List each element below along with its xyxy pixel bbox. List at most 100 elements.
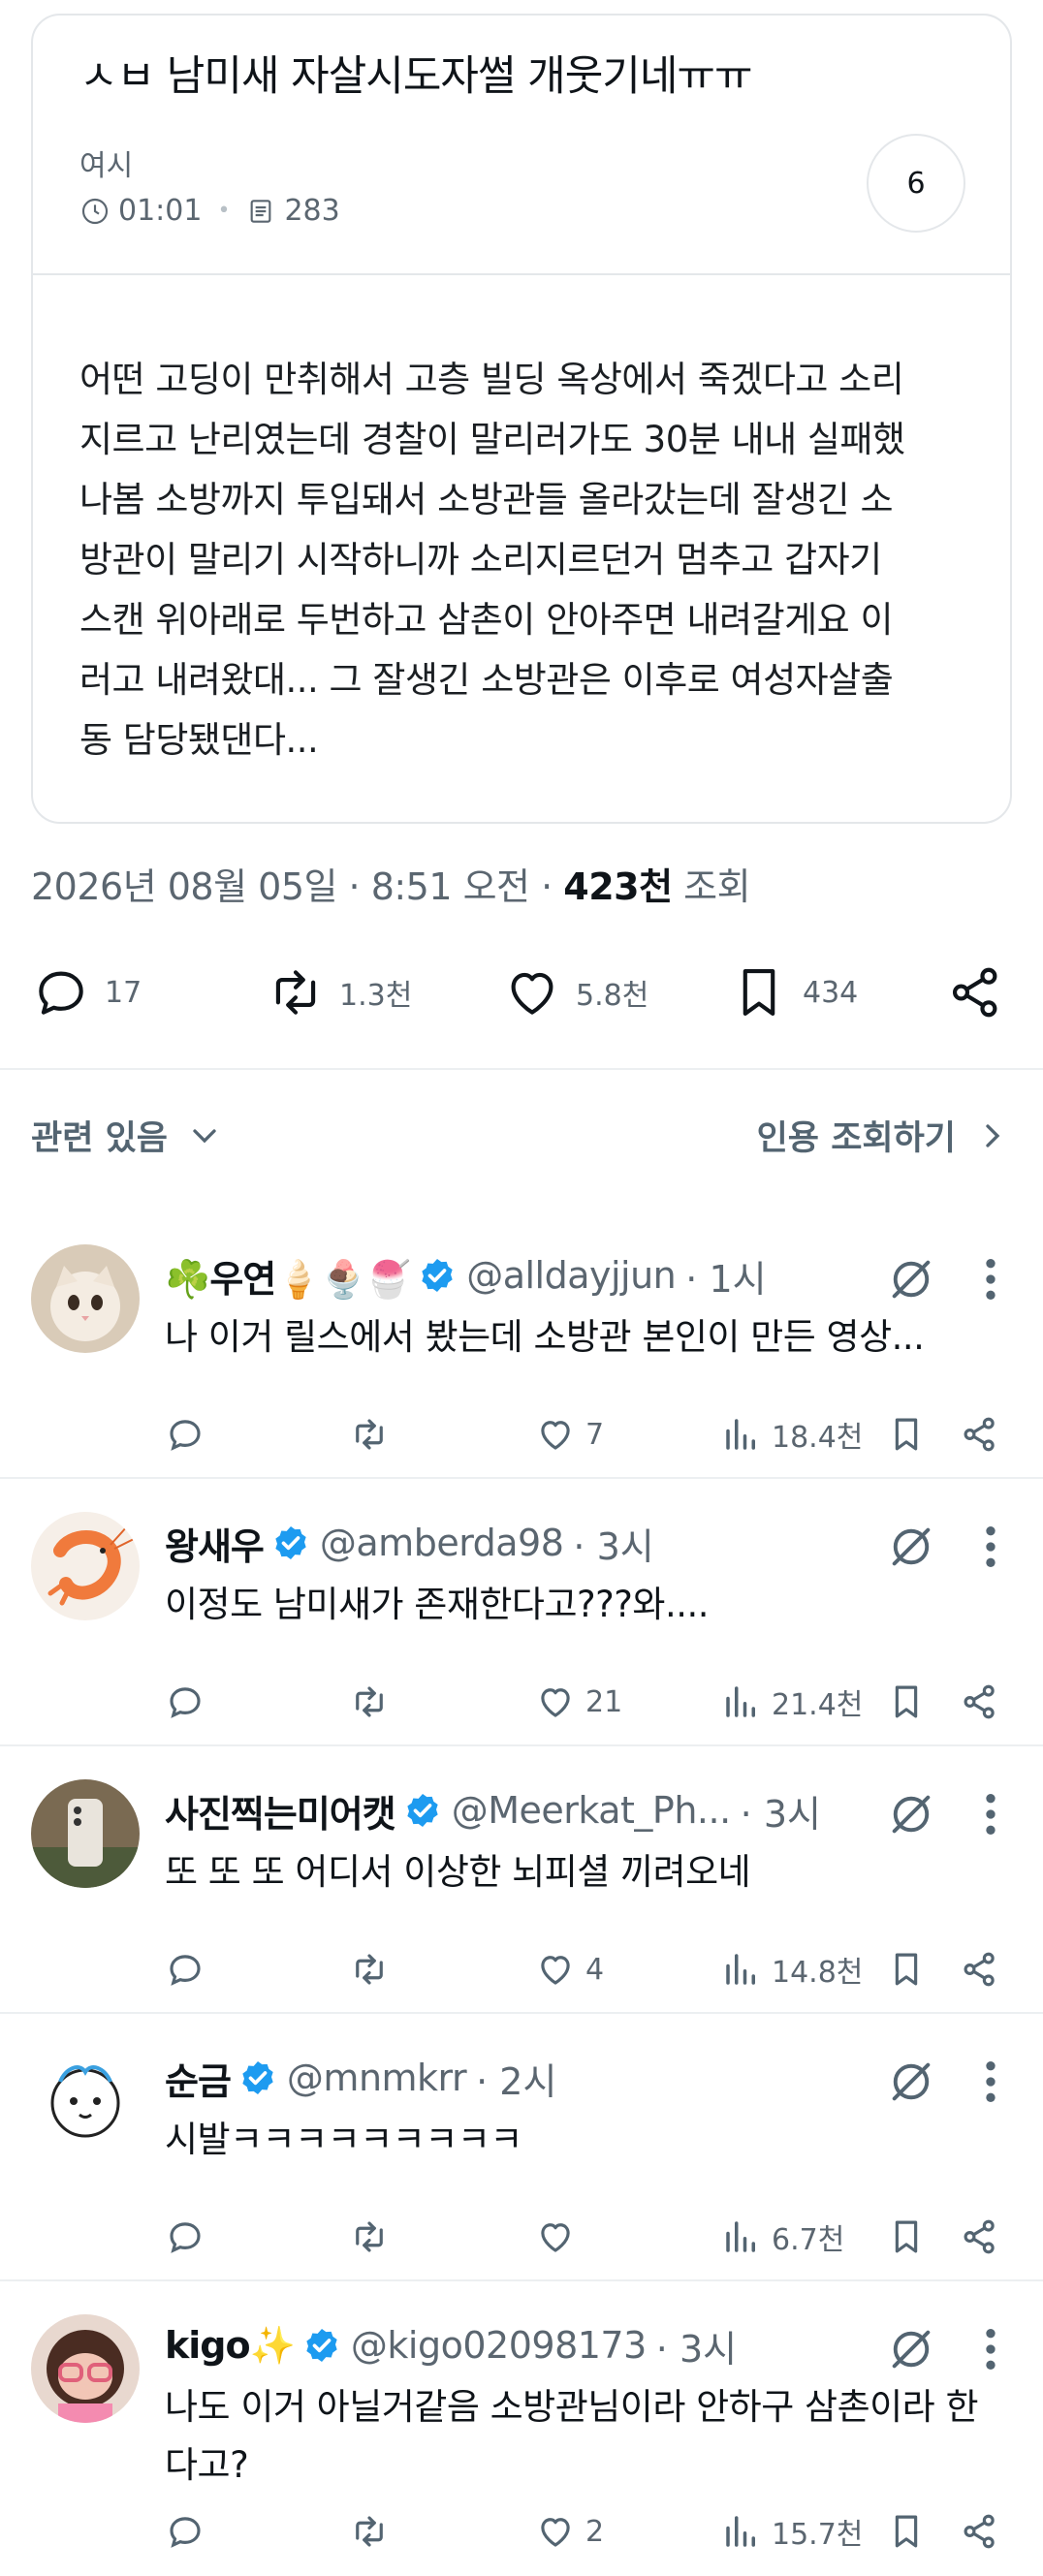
reply-button[interactable] (165, 1942, 215, 1996)
avatar[interactable] (31, 1244, 140, 1353)
more-options-icon[interactable] (971, 2322, 1010, 2376)
heart-icon (541, 1956, 570, 1985)
reply-item[interactable]: kigo✨ @kigo02098173 · 3시 나도 이거 아닐거같음 소방관… (0, 2314, 1043, 2576)
heart-icon (541, 2223, 570, 2252)
heart-icon (511, 972, 553, 1015)
reply-author-name[interactable]: 순금 (165, 2052, 232, 2105)
share-icon (964, 1417, 995, 1452)
reply-button[interactable] (165, 2504, 215, 2559)
share-button[interactable] (960, 2504, 1010, 2559)
reply-author-name[interactable]: 사진찍는미어캣 (165, 1784, 396, 1838)
view-quotes-link[interactable]: 인용 조회하기 (757, 1111, 1012, 1160)
like-button[interactable]: 21 (535, 1675, 622, 1729)
divider (0, 1068, 1043, 1070)
share-button[interactable] (960, 1407, 1010, 1461)
avatar[interactable] (31, 1779, 140, 1888)
cat-avatar-image (31, 1244, 140, 1353)
grok-icon[interactable] (886, 2057, 936, 2107)
share-icon (964, 1684, 995, 1719)
views-button[interactable]: 21.4천 (721, 1675, 863, 1729)
repost-button[interactable] (349, 1675, 399, 1729)
reply-author-name[interactable]: kigo✨ (165, 2324, 296, 2368)
grok-icon[interactable] (886, 1522, 936, 1572)
article-card[interactable]: ㅅㅂ 남미새 자살시도자썰 개웃기네ㅠㅠ 여시 01:01 • 283 6 어떤… (31, 14, 1012, 824)
like-count: 4 (585, 1952, 605, 1987)
avatar[interactable] (31, 2314, 140, 2423)
like-button[interactable]: 4 (535, 1942, 604, 1996)
bookmark-button[interactable]: 434 (729, 958, 858, 1027)
reply-button[interactable] (165, 1675, 215, 1729)
reply-author-handle[interactable]: @alldayjjun (466, 1254, 677, 1297)
sort-related-dropdown[interactable]: 관련 있음 (31, 1111, 224, 1160)
bookmark-button[interactable] (886, 1407, 936, 1461)
reply-text: 나 이거 릴스에서 봤는데 소방관 본인이 만든 영상... (165, 1316, 925, 1358)
reply-actions: 7 18.4천 (165, 1407, 1018, 1461)
like-button[interactable]: 7 (535, 1407, 604, 1461)
reply-actions: 6.7천 (165, 2210, 1018, 2264)
like-button[interactable] (535, 2210, 585, 2264)
bookmark-icon (895, 1953, 918, 1986)
reply-author-handle[interactable]: @amberda98 (320, 1522, 564, 1564)
meta-separator: • (217, 199, 231, 223)
share-button[interactable] (960, 1675, 1010, 1729)
more-options-icon[interactable] (971, 1787, 1010, 1841)
repost-icon (356, 1419, 383, 1450)
comment-count-badge[interactable]: 6 (867, 134, 965, 233)
divider (0, 1477, 1043, 1479)
reply-icon (170, 1955, 201, 1986)
analytics-icon (726, 2221, 755, 2252)
reply-button[interactable] (165, 2210, 215, 2264)
views-button[interactable]: 15.7천 (721, 2504, 863, 2559)
view-count: 21.4천 (772, 1688, 864, 1722)
share-button[interactable] (946, 958, 1020, 1027)
verified-badge-icon (422, 1259, 453, 1292)
post-timestamp: 2026년 08월 05일 · 8:51 오전 · 423천 조회 (31, 857, 751, 910)
post-date: 2026년 08월 05일 · 8:51 오전 · (31, 865, 564, 908)
avatar[interactable] (31, 2047, 140, 2155)
bookmark-button[interactable] (886, 2210, 936, 2264)
views-button[interactable]: 6.7천 (721, 2210, 844, 2264)
reply-author-name[interactable]: 왕새우 (165, 1517, 265, 1570)
more-options-icon[interactable] (971, 1252, 1010, 1306)
reply-author-handle[interactable]: @kigo02098173 (351, 2324, 647, 2367)
reply-author-name[interactable]: ☘️우연🍦🍨🍧 (165, 1249, 411, 1303)
repost-button[interactable] (349, 1942, 399, 1996)
like-button[interactable]: 2 (535, 2504, 604, 2559)
reply-item[interactable]: ☘️우연🍦🍨🍧 @alldayjjun · 1시 나 이거 릴스에서 봤는데 소… (0, 1244, 1043, 1473)
repost-button[interactable] (349, 2210, 399, 2264)
share-button[interactable] (960, 1942, 1010, 1996)
grok-icon[interactable] (886, 2324, 936, 2374)
more-options-icon[interactable] (971, 1520, 1010, 1574)
chevron-down-icon (193, 1128, 216, 1143)
article-meta: 01:01 • 283 (79, 194, 340, 228)
reply-author-handle[interactable]: @mnmkrr (287, 2057, 467, 2099)
bookmark-button[interactable] (886, 1942, 936, 1996)
grok-icon[interactable] (886, 1254, 936, 1304)
bookmark-count: 434 (803, 975, 859, 1010)
like-count: 2 (585, 2514, 605, 2549)
bookmark-button[interactable] (886, 1675, 936, 1729)
reply-item[interactable]: 왕새우 @amberda98 · 3시 이정도 남미새가 존재한다고???와..… (0, 1512, 1043, 1741)
reply-time: · 1시 (685, 1257, 767, 1301)
bookmark-button[interactable] (886, 2504, 936, 2559)
share-button[interactable] (960, 2210, 1010, 2264)
repost-button[interactable] (349, 1407, 399, 1461)
reply-item[interactable]: 사진찍는미어캣 @Meerkat_Ph... · 3시 또 또 또 어디서 이상… (0, 1779, 1043, 2008)
reply-button[interactable] (165, 1407, 215, 1461)
grok-icon[interactable] (886, 1789, 936, 1839)
reply-author-handle[interactable]: @Meerkat_Ph... (452, 1789, 731, 1832)
repost-button[interactable]: 1.3천 (266, 958, 412, 1027)
reply-button[interactable]: 17 (31, 958, 142, 1027)
avatar[interactable] (31, 1512, 140, 1620)
like-button[interactable]: 5.8천 (502, 958, 648, 1027)
repost-button[interactable] (349, 2504, 399, 2559)
character-avatar-image (31, 2047, 140, 2155)
more-options-icon[interactable] (971, 2055, 1010, 2109)
reply-text: 또 또 또 어디서 이상한 뇌피셜 끼려오네 (165, 1851, 751, 1893)
views-button[interactable]: 18.4천 (721, 1407, 863, 1461)
reply-icon (39, 971, 83, 1015)
reply-item[interactable]: 순금 @mnmkrr · 2시 시발ㅋㅋㅋㅋㅋㅋㅋㅋㅋ 6.7천 (0, 2047, 1043, 2276)
divider (0, 2279, 1043, 2281)
bookmark-icon (895, 1685, 918, 1718)
views-button[interactable]: 14.8천 (721, 1942, 863, 1996)
